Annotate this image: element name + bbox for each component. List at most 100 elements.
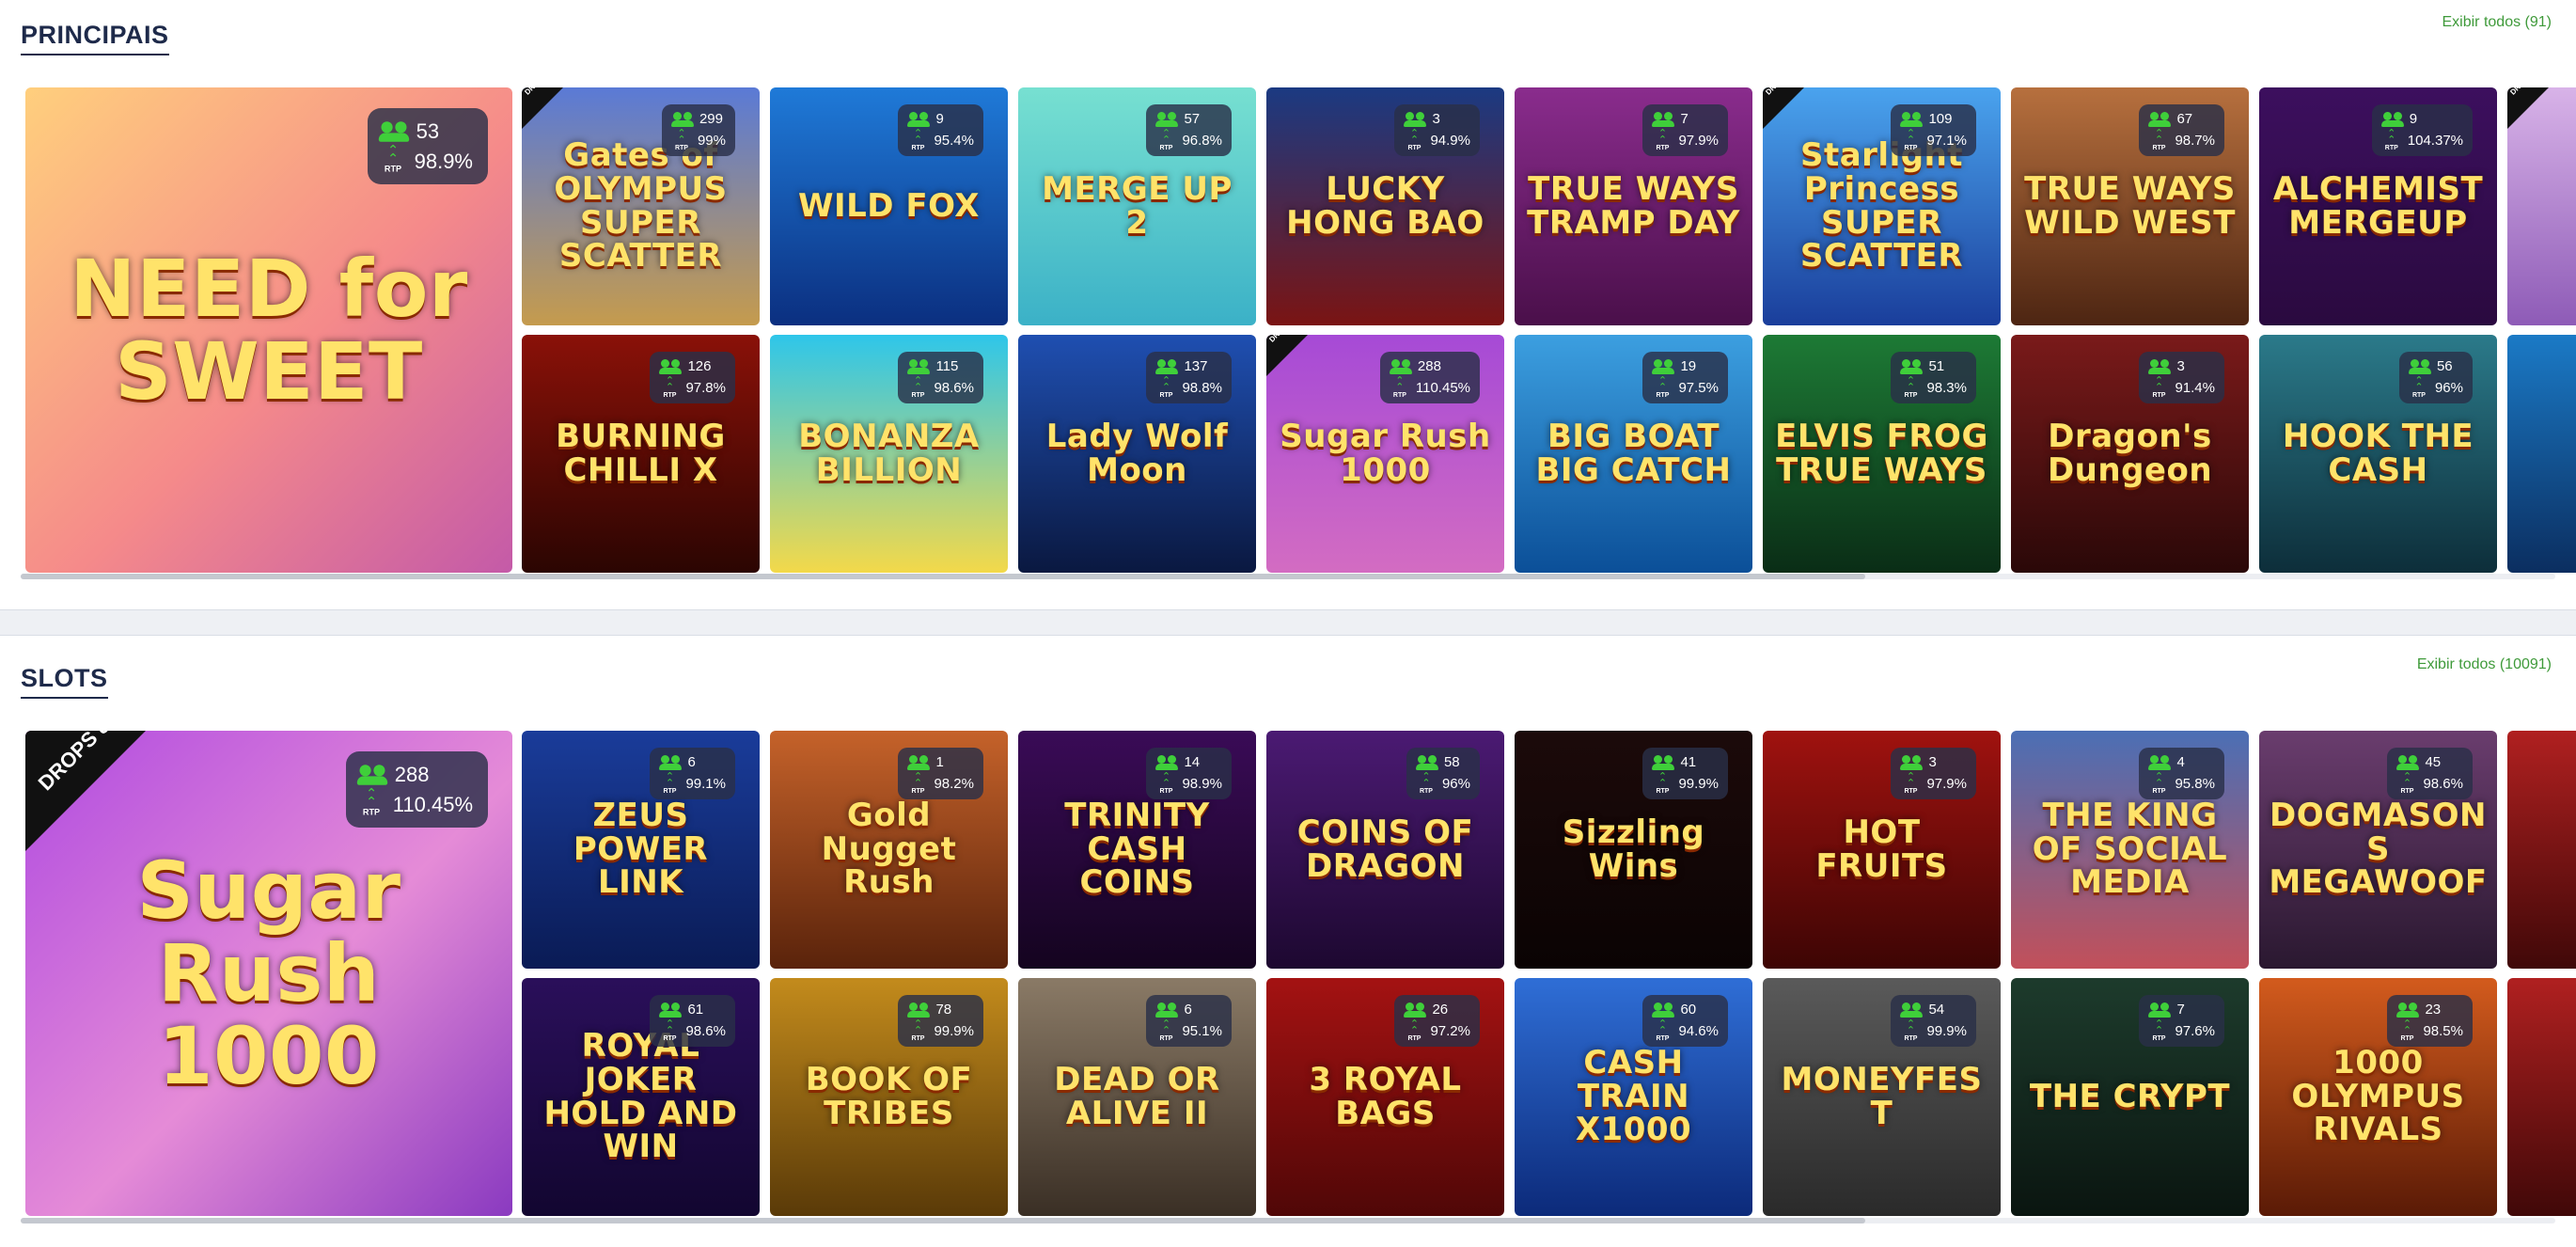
game-title-art: ELVIS FROG TRUE WAYS xyxy=(1775,417,1988,489)
game-tile[interactable] xyxy=(2507,978,2576,1216)
stats-badge: 57 ⌃ ⌃ RTP 96.8% xyxy=(1146,104,1232,157)
game-tile[interactable]: Gates of OLYMPUS SUPER SCATTERDROPS & WI… xyxy=(522,87,760,325)
game-tile[interactable]: ELVIS FROG TRUE WAYS 51 ⌃ ⌃ RTP 98.3% xyxy=(1763,335,2001,573)
game-title-art: CASH TRAIN X1000 xyxy=(1575,1043,1692,1149)
players-row: 41 xyxy=(1652,753,1719,772)
game-tile[interactable]: Gold Nugget Rush 1 ⌃ ⌃ RTP 98.2% xyxy=(770,731,1008,969)
rtp-value: 97.9% xyxy=(1926,776,1967,793)
game-tile[interactable]: Starlight Princess SUPER SCATTERDROPS & … xyxy=(1763,87,2001,325)
users-icon xyxy=(659,359,683,375)
stats-badge: 7 ⌃ ⌃ RTP 97.9% xyxy=(1642,104,1728,157)
player-count: 288 xyxy=(1417,358,1441,374)
game-tile[interactable]: COINS OF DRAGON 58 ⌃ ⌃ RTP 96% xyxy=(1266,731,1504,969)
game-title-art: Lady Wolf Moon xyxy=(1045,417,1229,489)
game-tile[interactable]: BONANZA BILLION 115 ⌃ ⌃ RTP 98.6% xyxy=(770,335,1008,573)
rtp-row: ⌃ ⌃ RTP 99.1% xyxy=(659,772,726,796)
rtp-icon-label: RTP xyxy=(2152,788,2166,796)
game-tile[interactable] xyxy=(2507,731,2576,969)
rtp-row: ⌃ ⌃ RTP 91.4% xyxy=(2148,376,2215,400)
game-title-art: Gates of OLYMPUS SUPER SCATTER xyxy=(554,136,728,276)
players-row: 67 xyxy=(2148,110,2215,129)
view-all-slots-link[interactable]: Exibir todos (10091) xyxy=(2417,656,2552,673)
game-tile[interactable]: Lady Wolf Moon 137 ⌃ ⌃ RTP 98.8% xyxy=(1018,335,1256,573)
players-row: 1 xyxy=(907,753,974,772)
rtp-icon: ⌃ ⌃ RTP xyxy=(1904,128,1918,152)
rtp-value: 95.1% xyxy=(1182,1023,1222,1040)
players-row: 56 xyxy=(2408,357,2463,376)
game-tile[interactable]: 3 ROYAL BAGS 26 ⌃ ⌃ RTP 97.2% xyxy=(1266,978,1504,1216)
game-tile[interactable]: ZEUS POWER LINK 6 ⌃ ⌃ RTP 99.1% xyxy=(522,731,760,969)
rtp-icon: ⌃ ⌃ RTP xyxy=(2152,1018,2166,1043)
stats-badge: 14 ⌃ ⌃ RTP 98.9% xyxy=(1146,748,1232,800)
game-title-art: TRUE WAYS WILD WEST xyxy=(2024,169,2236,242)
featured-game-tile[interactable]: NEED for SWEET 53 ⌃ ⌃ RTP 98.9% xyxy=(25,87,512,573)
game-tile[interactable]: HOT FRUITS 3 ⌃ ⌃ RTP 97.9% xyxy=(1763,731,2001,969)
slots-scrollbar[interactable] xyxy=(21,1218,2555,1223)
rtp-row: ⌃ ⌃ RTP 97.8% xyxy=(659,376,726,400)
users-icon xyxy=(2396,755,2420,771)
scrollbar-thumb[interactable] xyxy=(21,574,1865,579)
rtp-icon-label: RTP xyxy=(2400,788,2414,796)
game-tile[interactable]: MONEYFEST 54 ⌃ ⌃ RTP 99.9% xyxy=(1763,978,2001,1216)
game-tile[interactable]: BOOK OF TRIBES 78 ⌃ ⌃ RTP 99.9% xyxy=(770,978,1008,1216)
rtp-value: 91.4% xyxy=(2175,380,2215,397)
game-tile[interactable]: DOGMASONS MEGAWOOF 45 ⌃ ⌃ RTP 98.6% xyxy=(2259,731,2497,969)
users-icon xyxy=(1652,359,1675,375)
players-row: 19 xyxy=(1652,357,1719,376)
game-tile[interactable]: WILD FOX 9 ⌃ ⌃ RTP 95.4% xyxy=(770,87,1008,325)
game-tile[interactable]: ALCHEMIST MERGEUP 9 ⌃ ⌃ RTP 104.37% xyxy=(2259,87,2497,325)
section-divider xyxy=(0,609,2576,636)
game-tile[interactable]: THE KING OF SOCIAL MEDIA 4 ⌃ ⌃ RTP 95.8% xyxy=(2011,731,2249,969)
player-count: 126 xyxy=(687,358,712,374)
users-icon xyxy=(659,1002,683,1018)
stats-badge: 41 ⌃ ⌃ RTP 99.9% xyxy=(1642,748,1728,800)
game-tile[interactable]: ROYAL JOKER HOLD AND WIN 61 ⌃ ⌃ RTP 98.6% xyxy=(522,978,760,1216)
rtp-icon-label: RTP xyxy=(1656,145,1670,152)
game-title-art: HOOK THE CASH xyxy=(2282,417,2474,489)
users-icon xyxy=(1155,755,1179,771)
rtp-icon-label: RTP xyxy=(1407,1035,1422,1043)
game-tile[interactable]: 1000 OLYMPUS RIVALS 23 ⌃ ⌃ RTP 98.5% xyxy=(2259,978,2497,1216)
players-row: 54 xyxy=(1900,1001,1967,1019)
players-row: 51 xyxy=(1900,357,1967,376)
game-tile[interactable]: THE CRYPT 7 ⌃ ⌃ RTP 97.6% xyxy=(2011,978,2249,1216)
principais-scrollbar[interactable] xyxy=(21,574,2555,579)
game-tile[interactable]: TRINITY CASH COINS 14 ⌃ ⌃ RTP 98.9% xyxy=(1018,731,1256,969)
stats-badge: 3 ⌃ ⌃ RTP 97.9% xyxy=(1891,748,1976,800)
rtp-icon-label: RTP xyxy=(2152,1035,2166,1043)
users-icon xyxy=(907,1002,931,1018)
game-tile[interactable]: MERGE UP 2 57 ⌃ ⌃ RTP 96.8% xyxy=(1018,87,1256,325)
player-count: 3 xyxy=(1432,111,1440,127)
game-tile[interactable]: Dragon's Dungeon 3 ⌃ ⌃ RTP 91.4% xyxy=(2011,335,2249,573)
game-title-art: MONEYFEST xyxy=(1781,1060,1983,1132)
rtp-value: 97.8% xyxy=(685,380,726,397)
game-tile[interactable]: BURNING CHILLI X 126 ⌃ ⌃ RTP 97.8% xyxy=(522,335,760,573)
game-tile[interactable]: BIG BOAT BIG CATCH 19 ⌃ ⌃ RTP 97.5% xyxy=(1515,335,1752,573)
rtp-value: 97.6% xyxy=(2175,1023,2215,1040)
rtp-row: ⌃ ⌃ RTP 97.5% xyxy=(1652,376,1719,400)
game-title-art: Starlight Princess SUPER SCATTER xyxy=(1799,136,1964,276)
game-tile[interactable]: HOOK THE CASH 56 ⌃ ⌃ RTP 96% xyxy=(2259,335,2497,573)
game-tile[interactable]: Sugar Rush 1000DROPS & WINS288⌃⌃RTP110.4… xyxy=(1266,335,1504,573)
game-title-art: LUCKY HONG BAO xyxy=(1286,169,1484,242)
featured-game-tile[interactable]: Sugar Rush 1000 DROPS & WINS 288 ⌃ ⌃ RTP 110.4… xyxy=(25,731,512,1216)
game-tile[interactable]: TRUE WAYS TRAMP DAY 7 ⌃ ⌃ RTP 97.9% xyxy=(1515,87,1752,325)
users-icon xyxy=(1155,1002,1179,1018)
rtp-row: ⌃ ⌃ RTP 98.6% xyxy=(907,376,974,400)
game-thumbnail xyxy=(2507,731,2576,969)
stats-badge: 6 ⌃ ⌃ RTP 99.1% xyxy=(650,748,735,800)
rtp-value: 96% xyxy=(1441,776,1470,793)
player-count: 299 xyxy=(699,111,723,127)
game-tile[interactable]: Sizzling Wins 41 ⌃ ⌃ RTP 99.9% xyxy=(1515,731,1752,969)
game-tile[interactable]: DEAD OR ALIVE II 6 ⌃ ⌃ RTP 95.1% xyxy=(1018,978,1256,1216)
player-count: 6 xyxy=(1184,1002,1192,1018)
rtp-value: 99% xyxy=(697,133,726,150)
game-tile[interactable] xyxy=(2507,335,2576,573)
game-tile[interactable]: DROPS & WINS xyxy=(2507,87,2576,325)
scrollbar-thumb[interactable] xyxy=(21,1218,1865,1223)
users-icon xyxy=(2380,112,2404,128)
game-tile[interactable]: TRUE WAYS WILD WEST 67 ⌃ ⌃ RTP 98.7% xyxy=(2011,87,2249,325)
view-all-principais-link[interactable]: Exibir todos (91) xyxy=(2442,14,2552,31)
game-tile[interactable]: LUCKY HONG BAO 3 ⌃ ⌃ RTP 94.9% xyxy=(1266,87,1504,325)
game-tile[interactable]: CASH TRAIN X1000 60 ⌃ ⌃ RTP 94.6% xyxy=(1515,978,1752,1216)
